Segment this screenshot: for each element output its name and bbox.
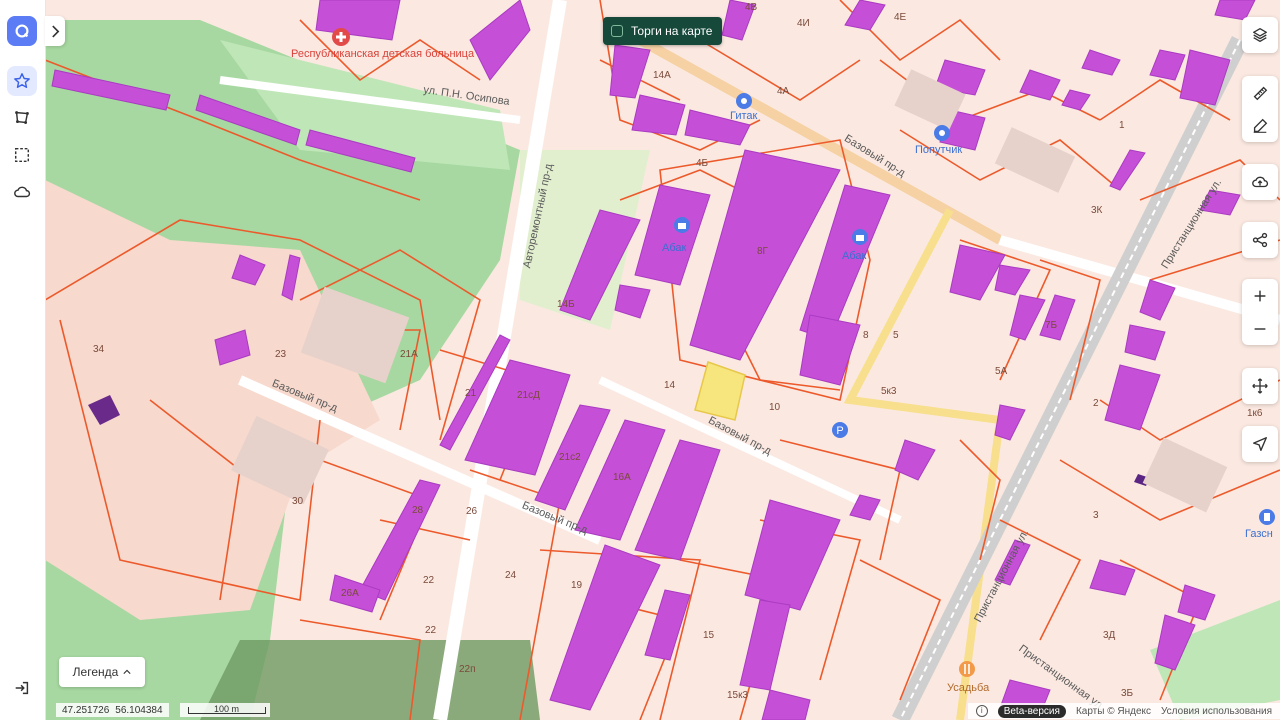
layers-panel — [1242, 17, 1278, 53]
shop-icon — [852, 229, 868, 245]
zoom-panel — [1242, 279, 1278, 345]
ruler-icon[interactable] — [1242, 76, 1278, 109]
poi-icon — [736, 93, 752, 109]
plus-icon[interactable] — [1242, 279, 1278, 312]
gas-station-icon — [1259, 509, 1275, 525]
parking-icon: P — [832, 422, 848, 438]
app-root: ул. П.Н. Осипова Авторемонтный пр-д Базо… — [0, 0, 1280, 720]
map-layer — [45, 0, 1280, 720]
scale-bar: 100 m — [180, 703, 270, 717]
measure-panel — [1242, 76, 1278, 142]
restaurant-icon — [959, 661, 975, 677]
minus-icon[interactable] — [1242, 312, 1278, 345]
legend-label: Легенда — [72, 665, 119, 679]
legend-button[interactable]: Легенда — [59, 657, 145, 687]
chevron-right-icon — [51, 25, 59, 37]
cloud-upload-icon[interactable] — [1242, 164, 1278, 200]
auction-label: Торги на карте — [631, 24, 713, 38]
cloud-icon[interactable] — [7, 177, 37, 207]
move-icon[interactable] — [1242, 368, 1278, 404]
favorites-icon[interactable] — [7, 66, 37, 96]
beta-badge: Beta-версия — [997, 704, 1066, 718]
attribution-bar: i Beta-версия Карты © Яндекс Условия исп… — [967, 703, 1280, 719]
coordinates-readout: 47.251726 56.104384 — [56, 703, 169, 717]
app-logo-icon[interactable] — [7, 16, 37, 46]
share-icon[interactable] — [1242, 222, 1278, 258]
terms-link[interactable]: Условия использования — [1161, 706, 1272, 717]
locate-panel — [1242, 426, 1278, 462]
move-panel — [1242, 368, 1278, 404]
maps-copyright[interactable]: Карты © Яндекс — [1076, 706, 1151, 717]
edit-icon[interactable] — [1242, 109, 1278, 142]
hospital-icon — [332, 28, 350, 46]
polygon-tool-icon[interactable] — [7, 103, 37, 133]
svg-text:P: P — [836, 425, 843, 437]
selection-tool-icon[interactable] — [7, 140, 37, 170]
map-canvas[interactable]: ул. П.Н. Осипова Авторемонтный пр-д Базо… — [45, 0, 1280, 720]
locate-arrow-icon[interactable] — [1242, 426, 1278, 462]
poi-icon — [934, 125, 950, 141]
chevron-up-icon — [123, 669, 131, 674]
share-panel — [1242, 222, 1278, 258]
auction-toggle[interactable]: Торги на карте — [603, 17, 723, 45]
info-icon[interactable]: i — [975, 705, 988, 717]
auction-checkbox[interactable] — [611, 25, 623, 37]
expand-panel-button[interactable] — [45, 16, 65, 46]
latitude: 56.104384 — [115, 704, 163, 716]
longitude: 47.251726 — [62, 704, 110, 716]
login-icon[interactable] — [7, 673, 37, 703]
shop-icon — [674, 217, 690, 233]
scale-label: 100 m — [214, 704, 240, 714]
layers-icon[interactable] — [1242, 17, 1278, 53]
upload-panel — [1242, 164, 1278, 200]
sidebar — [0, 0, 46, 720]
